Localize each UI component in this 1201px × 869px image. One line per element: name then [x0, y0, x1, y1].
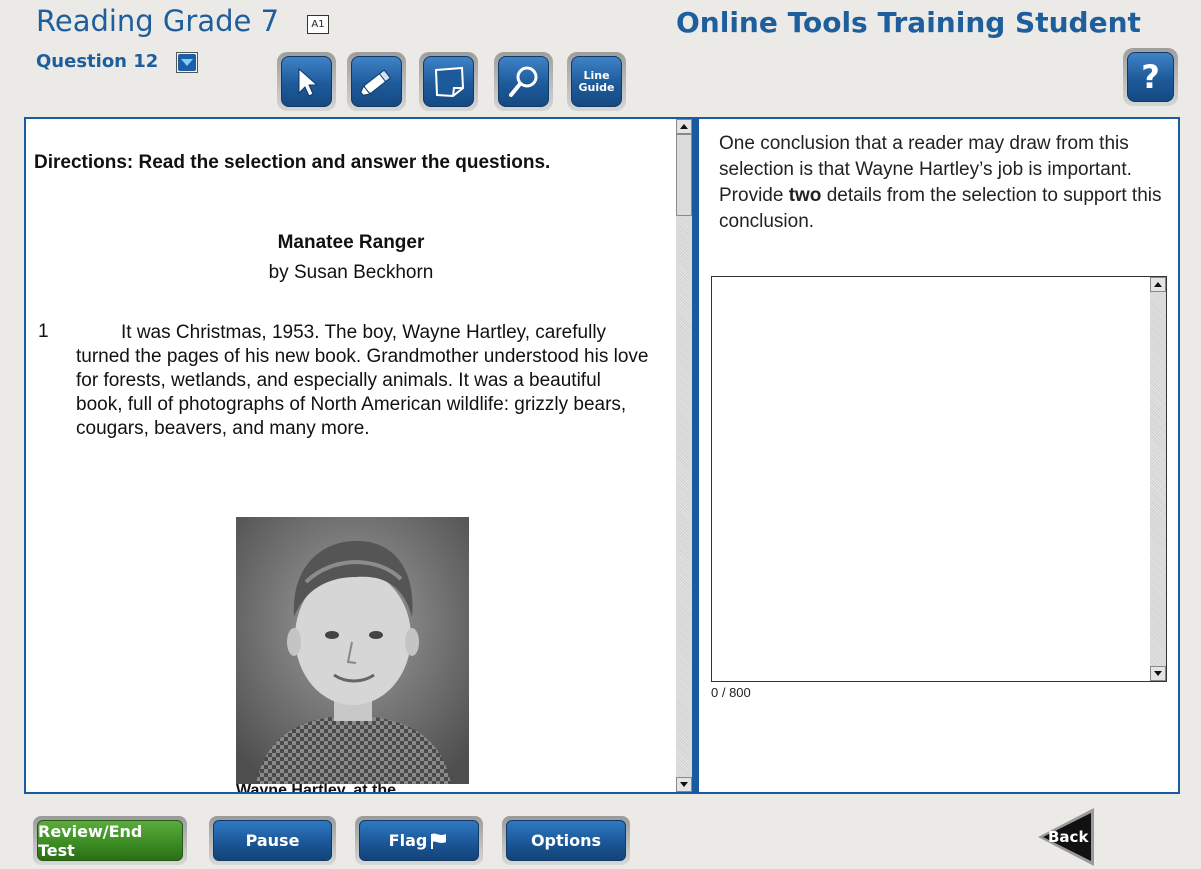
- flag-label: Flag: [388, 831, 428, 850]
- chevron-down-icon: [178, 54, 196, 71]
- options-button[interactable]: Options: [502, 816, 630, 865]
- passage-scrollbar[interactable]: [676, 119, 692, 792]
- passage-photo: [236, 517, 469, 784]
- photo-caption: Wayne Hartley, at the: [236, 782, 397, 792]
- review-end-test-button[interactable]: Review/End Test: [33, 816, 187, 865]
- accommodation-badge[interactable]: A1: [307, 15, 329, 34]
- test-title: Reading Grade 7: [36, 4, 280, 38]
- pointer-arrow-icon: [298, 67, 318, 97]
- question-dropdown-button[interactable]: [176, 52, 198, 73]
- paragraph-text: It was Christmas, 1953. The boy, Wayne H…: [76, 322, 649, 439]
- sticky-note-icon: [434, 66, 464, 97]
- passage-panel: Directions: Read the selection and answe…: [24, 117, 694, 794]
- back-label: Back: [1048, 828, 1089, 846]
- pointer-tool-button[interactable]: [277, 52, 336, 111]
- sticky-note-tool-button[interactable]: [419, 52, 478, 111]
- pause-label: Pause: [245, 831, 300, 850]
- highlighter-tool-button[interactable]: [347, 52, 406, 111]
- highlighter-icon: [359, 68, 391, 96]
- passage-scroll-thumb[interactable]: [676, 134, 692, 216]
- response-scroll-down-button[interactable]: [1150, 666, 1166, 681]
- question-number: Question 12: [36, 51, 159, 72]
- line-guide-tool-button[interactable]: Line Guide: [567, 52, 626, 111]
- back-button[interactable]: Back: [1036, 806, 1098, 868]
- response-textarea[interactable]: [711, 276, 1167, 682]
- caret-up-icon: [1154, 282, 1162, 287]
- magnifier-tool-button[interactable]: [494, 52, 553, 111]
- paragraph-number: 1: [38, 321, 49, 342]
- line-guide-label-line1: Line: [583, 68, 610, 82]
- caret-down-icon: [680, 782, 688, 787]
- directions-text: Directions: Read the selection and answe…: [34, 152, 551, 173]
- pause-button[interactable]: Pause: [209, 816, 336, 865]
- options-label: Options: [530, 831, 602, 850]
- question-panel: One conclusion that a reader may draw fr…: [697, 117, 1180, 794]
- flag-button[interactable]: Flag: [355, 816, 483, 865]
- response-scroll-up-button[interactable]: [1150, 277, 1166, 292]
- caret-up-icon: [680, 124, 688, 129]
- line-guide-label-line2: Guide: [578, 80, 615, 94]
- scroll-down-button[interactable]: [676, 777, 692, 792]
- help-icon: ?: [1141, 58, 1160, 96]
- response-scrollbar[interactable]: [1150, 277, 1166, 681]
- prompt-emphasis: two: [788, 185, 822, 206]
- passage-author: by Susan Beckhorn: [268, 262, 434, 283]
- character-count: 0 / 800: [711, 685, 751, 700]
- caret-down-icon: [1154, 671, 1162, 676]
- review-end-test-label: Review/End Test: [38, 821, 143, 860]
- question-prompt: One conclusion that a reader may draw fr…: [719, 131, 1169, 235]
- magnifier-icon: [508, 66, 537, 97]
- passage-title: Manatee Ranger: [277, 232, 425, 253]
- scroll-up-button[interactable]: [676, 119, 692, 134]
- flag-icon: [431, 833, 447, 849]
- help-button[interactable]: ?: [1123, 48, 1178, 106]
- student-name: Online Tools Training Student: [676, 6, 1141, 39]
